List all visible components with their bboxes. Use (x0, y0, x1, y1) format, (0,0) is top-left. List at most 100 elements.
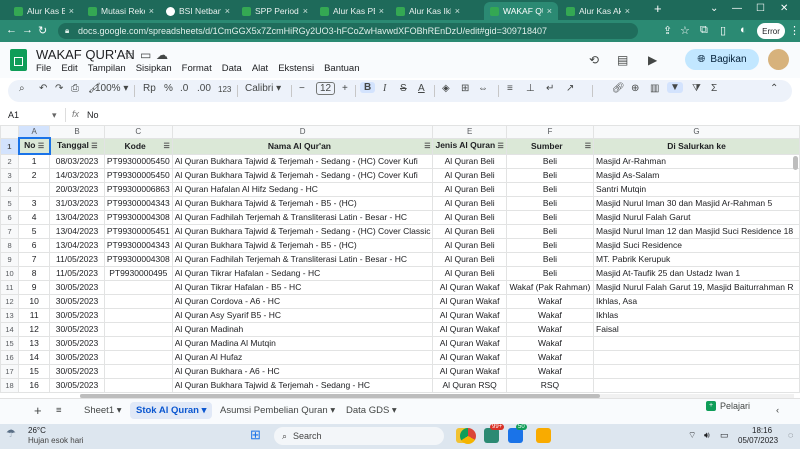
cell-nama[interactable]: Al Quran Tikrar Hafalan - B5 - HC (171, 280, 434, 295)
error-button[interactable]: Error (757, 23, 785, 39)
browser-tab[interactable]: BSI Netbanking × (160, 2, 236, 20)
cell-no[interactable]: 1 (18, 153, 51, 169)
cell-tanggal[interactable]: 30/05/2023 (49, 308, 105, 323)
cell-jenis[interactable]: Al Quran Beli (432, 168, 507, 183)
cell-kode[interactable] (103, 322, 173, 337)
add-sheet-icon[interactable]: + (28, 402, 48, 419)
learn-button[interactable]: + Pelajari (706, 401, 750, 411)
cell-ke[interactable]: MT. Pabrik Kerupuk (593, 252, 800, 267)
row-header[interactable]: 12 (0, 294, 20, 309)
menu-item-format[interactable]: Format (182, 63, 212, 74)
row-header[interactable]: 2 (0, 153, 20, 169)
extensions-icon[interactable]: ⧉ (700, 24, 708, 37)
cell-jenis[interactable]: Al Quran Wakaf (432, 294, 507, 309)
row-header[interactable]: 18 (0, 378, 20, 393)
header-cell-kode[interactable]: Kode ☰ (103, 137, 173, 155)
cell-nama[interactable]: Al Quran Madinah (171, 322, 434, 337)
cell-sumber[interactable]: RSQ (505, 378, 595, 393)
cell-kode[interactable] (103, 336, 173, 351)
cell-tanggal[interactable]: 14/03/2023 (49, 168, 105, 183)
header-cell-tanggal[interactable]: Tanggal ☰ (49, 137, 105, 155)
font-select[interactable]: Calibri ▾ (245, 83, 281, 94)
cell-kode[interactable]: PT99300004308 (103, 252, 173, 267)
cell-jenis[interactable]: Al Quran Beli (432, 266, 507, 281)
menu-item-tampilan[interactable]: Tampilan (88, 63, 126, 74)
cell-ke[interactable]: Masjid Nurul Falah Garut (593, 210, 800, 225)
tab-close-icon[interactable]: × (455, 6, 460, 16)
weather-temp[interactable]: 26°C (28, 426, 46, 435)
cell-no[interactable]: 14 (18, 350, 51, 365)
browser-tab[interactable]: Alur Kas Ikhwa × (390, 2, 466, 20)
all-sheets-icon[interactable]: ≡ (50, 402, 68, 419)
cell-no[interactable]: 11 (18, 308, 51, 323)
cell-sumber[interactable]: Beli (505, 224, 595, 239)
comments-icon[interactable]: ▤ (617, 53, 628, 67)
notifications-icon[interactable]: ◌ (788, 430, 793, 440)
tab-search-icon[interactable]: ⌄ (710, 3, 718, 14)
select-all-corner[interactable] (0, 125, 20, 139)
cell-sumber[interactable]: Beli (505, 210, 595, 225)
app-icon[interactable] (536, 428, 551, 443)
cell-jenis[interactable]: Al Quran Beli (432, 196, 507, 211)
cell-sumber[interactable]: Wakaf (505, 294, 595, 309)
column-header-a[interactable]: A (18, 125, 51, 139)
volume-icon[interactable]: 🔊︎ (704, 430, 710, 441)
cell-jenis[interactable]: Al Quran Wakaf (432, 280, 507, 295)
text-rotation-icon[interactable]: ↗ (566, 83, 574, 94)
formula-input[interactable]: No (87, 110, 99, 120)
new-tab-button[interactable]: + (654, 1, 662, 16)
browser-tab[interactable]: Alur Kas PBL × (314, 2, 390, 20)
row-header[interactable]: 16 (0, 350, 20, 365)
browser-tab[interactable]: SPP Periode 20 × (236, 2, 314, 20)
cell-kode[interactable] (103, 350, 173, 365)
row-header[interactable]: 13 (0, 308, 20, 323)
collapse-toolbar-icon[interactable]: ⌃ (770, 83, 778, 94)
profile-icon[interactable]: ◐ (740, 24, 747, 36)
menu-item-ekstensi[interactable]: Ekstensi (278, 63, 314, 74)
header-cell-no[interactable]: No ☰ (17, 137, 51, 155)
cell-kode[interactable]: PT99300004308 (103, 210, 173, 225)
cell-no[interactable]: 8 (18, 266, 51, 281)
cell-ke[interactable] (593, 378, 800, 393)
cell-no[interactable]: 2 (18, 168, 51, 183)
cell-nama[interactable]: Al Quran Madina Al Mutqin (171, 336, 434, 351)
browser-tab[interactable]: Alur Kas Bendah × (8, 2, 80, 20)
cell-sumber[interactable]: Beli (505, 252, 595, 267)
percent-format-button[interactable]: % (164, 83, 173, 94)
cell-nama[interactable]: Al Quran Bukhara - A6 - HC (171, 364, 434, 379)
cell-no[interactable]: 4 (18, 210, 51, 225)
cell-nama[interactable]: Al Quran Hafalan Al Hifz Sedang - HC (171, 182, 434, 197)
merge-cells-icon[interactable]: ⇔ (478, 83, 488, 94)
start-icon[interactable]: ⊞ (250, 427, 261, 443)
currency-format-button[interactable]: Rp (143, 83, 156, 94)
sheet-tab-stok-al-quran[interactable]: Stok Al Quran ▾ (130, 402, 213, 419)
tab-close-icon[interactable]: × (625, 6, 630, 16)
cell-sumber[interactable]: Beli (505, 153, 595, 169)
row-header[interactable]: 10 (0, 266, 20, 281)
cell-sumber[interactable]: Beli (505, 196, 595, 211)
increase-decimal-button[interactable]: .00 (197, 83, 211, 94)
cell-ke[interactable]: Masjid Nurul Falah Garut 19, Masjid Bait… (593, 280, 800, 295)
cell-tanggal[interactable]: 11/05/2023 (49, 266, 105, 281)
undo-icon[interactable]: ↶ (39, 83, 47, 94)
cell-jenis[interactable]: Al Quran Beli (432, 182, 507, 197)
row-header[interactable]: 4 (0, 182, 20, 197)
row-header[interactable]: 14 (0, 322, 20, 337)
star-icon[interactable]: ☆ (124, 48, 135, 62)
column-header-c[interactable]: C (103, 125, 173, 139)
clock-date[interactable]: 05/07/2023 (738, 436, 778, 445)
strikethrough-icon[interactable]: S (400, 83, 407, 94)
cell-jenis[interactable]: Al Quran Beli (432, 252, 507, 267)
cell-no[interactable]: 5 (18, 224, 51, 239)
cell-tanggal[interactable]: 13/04/2023 (49, 210, 105, 225)
app-icon[interactable]: 99+ (484, 424, 505, 443)
cell-jenis[interactable]: Al Quran Wakaf (432, 336, 507, 351)
cell-ke[interactable]: Masjid Nurul Iman 12 dan Masjid Suci Res… (593, 224, 800, 239)
number-format-button[interactable]: 123 (218, 85, 231, 94)
cell-no[interactable]: 10 (18, 294, 51, 309)
redo-icon[interactable]: ↷ (55, 83, 63, 94)
row-header[interactable]: 3 (0, 168, 20, 183)
text-wrap-icon[interactable]: ↵ (546, 83, 554, 94)
borders-icon[interactable]: ⊞ (461, 83, 469, 94)
cell-nama[interactable]: Al Quran Fadhilah Terjemah & Translitera… (171, 210, 434, 225)
